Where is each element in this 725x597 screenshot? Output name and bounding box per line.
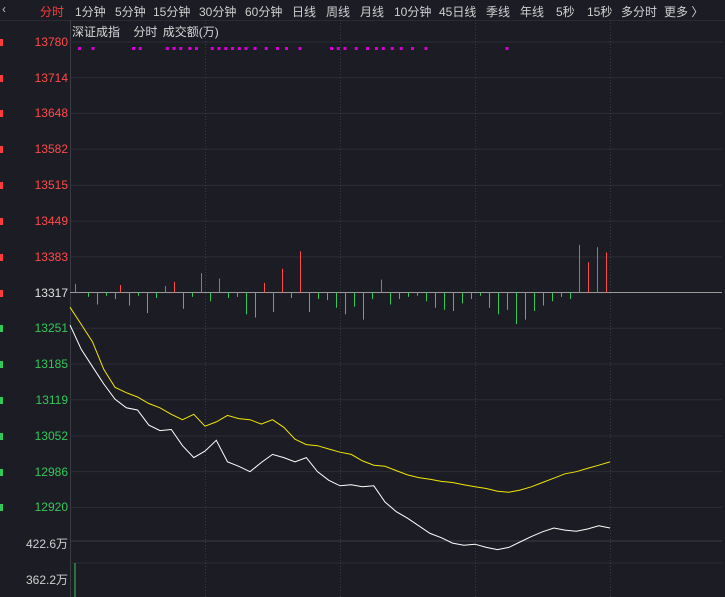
signal-dot (336, 47, 340, 50)
signal-dot (298, 47, 302, 50)
signal-dot (188, 47, 192, 50)
signal-dot (237, 47, 241, 50)
signal-dot (375, 47, 378, 50)
signal-dot (330, 47, 333, 50)
signal-dot (138, 47, 142, 50)
signal-dot (253, 47, 257, 50)
signal-dot (354, 47, 358, 50)
signal-dot (285, 47, 288, 50)
signal-dot (195, 47, 198, 50)
signal-dot (231, 47, 234, 50)
signal-dot (411, 47, 414, 50)
intraday-chart[interactable] (0, 0, 725, 597)
signal-dot (343, 47, 347, 50)
signal-dot (381, 47, 385, 50)
signal-dot (78, 47, 81, 50)
signal-dot (366, 47, 369, 50)
signal-dot (210, 47, 214, 50)
signal-dot (390, 47, 394, 50)
signal-dot (132, 47, 135, 50)
signal-dot (179, 47, 183, 50)
signal-dot (91, 47, 95, 50)
signal-dot (399, 47, 403, 50)
signal-dot (424, 47, 428, 50)
chart-window: ‹ 分时 1分钟 5分钟 15分钟 30分钟 60分钟 日线 周线 月线 10分钟 45日线 季线 年线… (0, 0, 725, 597)
signal-dot (276, 47, 279, 50)
signal-dot (217, 47, 221, 50)
signal-dot (505, 47, 509, 50)
signal-dot (244, 47, 248, 50)
signal-dot (165, 47, 169, 50)
signal-dot (172, 47, 176, 50)
signal-dot (224, 47, 228, 50)
signal-dot (264, 47, 268, 50)
